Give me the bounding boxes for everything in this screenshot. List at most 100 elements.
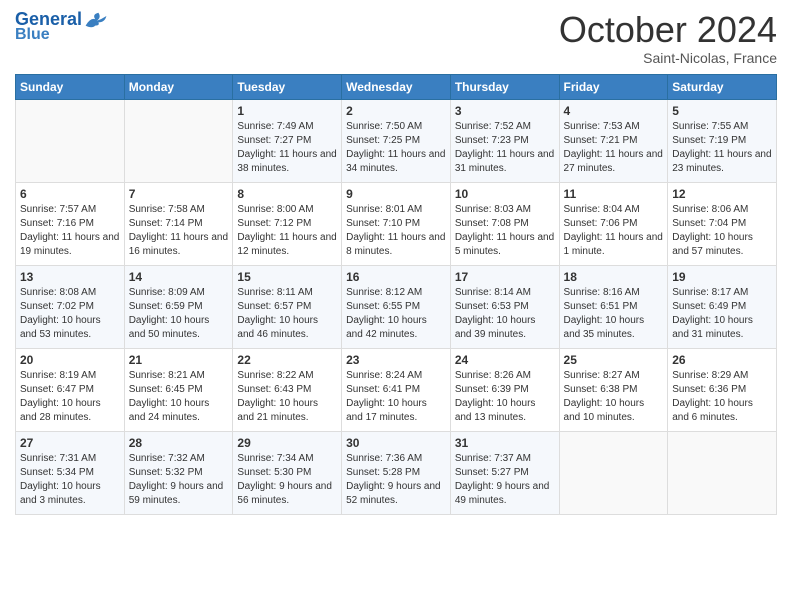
week-row-2: 6Sunrise: 7:57 AM Sunset: 7:16 PM Daylig…: [16, 182, 777, 265]
day-number: 18: [564, 270, 664, 284]
day-number: 13: [20, 270, 120, 284]
day-number: 21: [129, 353, 229, 367]
day-cell: 18 Sunrise: 8:16 AM Sunset: 6:51 PM Dayli…: [559, 265, 668, 348]
day-info: Sunrise: 7:32 AM Sunset: 5:32 PM Dayligh…: [129, 452, 229, 508]
day-info: Sunrise: 8:11 AM Sunset: 6:57 PM Dayligh…: [237, 286, 337, 342]
week-row-5: 27 Sunrise: 7:31 AM Sunset: 5:34 PM Dayli…: [16, 431, 777, 514]
day-info: Sunrise: 8:06 AM Sunset: 7:04 PM Dayligh…: [672, 203, 772, 259]
day-info: Sunrise: 7:34 AM Sunset: 5:30 PM Dayligh…: [237, 452, 337, 508]
day-cell: 15 Sunrise: 8:11 AM Sunset: 6:57 PM Dayli…: [233, 265, 342, 348]
day-cell: 21Sunrise: 8:21 AM Sunset: 6:45 PM Dayli…: [124, 348, 233, 431]
day-info: Sunrise: 7:55 AM Sunset: 7:19 PM Dayligh…: [672, 120, 772, 176]
day-info: Sunrise: 8:14 AM Sunset: 6:53 PM Dayligh…: [455, 286, 555, 342]
day-number: 29: [237, 436, 337, 450]
day-number: 25: [564, 353, 664, 367]
day-number: 15: [237, 270, 337, 284]
day-cell: 29 Sunrise: 7:34 AM Sunset: 5:30 PM Dayli…: [233, 431, 342, 514]
day-info: Sunrise: 8:26 AM Sunset: 6:39 PM Dayligh…: [455, 369, 555, 425]
day-cell: 10Sunrise: 8:03 AM Sunset: 7:08 PM Dayli…: [450, 182, 559, 265]
day-cell: [16, 99, 125, 182]
day-cell: 19 Sunrise: 8:17 AM Sunset: 6:49 PM Dayli…: [668, 265, 777, 348]
day-cell: 25Sunrise: 8:27 AM Sunset: 6:38 PM Dayli…: [559, 348, 668, 431]
day-cell: 31 Sunrise: 7:37 AM Sunset: 5:27 PM Dayli…: [450, 431, 559, 514]
day-info: Sunrise: 8:29 AM Sunset: 6:36 PM Dayligh…: [672, 369, 772, 425]
day-number: 19: [672, 270, 772, 284]
day-number: 8: [237, 187, 337, 201]
day-info: Sunrise: 7:37 AM Sunset: 5:27 PM Dayligh…: [455, 452, 555, 508]
day-info: Sunrise: 7:36 AM Sunset: 5:28 PM Dayligh…: [346, 452, 446, 508]
day-number: 4: [564, 104, 664, 118]
day-cell: [124, 99, 233, 182]
day-info: Sunrise: 7:31 AM Sunset: 5:34 PM Dayligh…: [20, 452, 120, 508]
day-cell: 26 Sunrise: 8:29 AM Sunset: 6:36 PM Dayli…: [668, 348, 777, 431]
day-number: 16: [346, 270, 446, 284]
day-number: 24: [455, 353, 555, 367]
day-header-thursday: Thursday: [450, 74, 559, 99]
day-cell: 11 Sunrise: 8:04 AM Sunset: 7:06 PM Dayli…: [559, 182, 668, 265]
day-cell: 6Sunrise: 7:57 AM Sunset: 7:16 PM Daylig…: [16, 182, 125, 265]
day-info: Sunrise: 7:53 AM Sunset: 7:21 PM Dayligh…: [564, 120, 664, 176]
day-info: Sunrise: 8:17 AM Sunset: 6:49 PM Dayligh…: [672, 286, 772, 342]
day-cell: 5 Sunrise: 7:55 AM Sunset: 7:19 PM Daylig…: [668, 99, 777, 182]
day-number: 28: [129, 436, 229, 450]
day-number: 22: [237, 353, 337, 367]
day-number: 26: [672, 353, 772, 367]
day-cell: 2Sunrise: 7:50 AM Sunset: 7:25 PM Daylig…: [342, 99, 451, 182]
day-header-friday: Friday: [559, 74, 668, 99]
page-container: General Blue October 2024 Saint-Nicolas,…: [0, 0, 792, 530]
day-cell: 22 Sunrise: 8:22 AM Sunset: 6:43 PM Dayli…: [233, 348, 342, 431]
day-cell: 24 Sunrise: 8:26 AM Sunset: 6:39 PM Dayli…: [450, 348, 559, 431]
day-number: 1: [237, 104, 337, 118]
day-cell: 4 Sunrise: 7:53 AM Sunset: 7:21 PM Daylig…: [559, 99, 668, 182]
day-info: Sunrise: 8:19 AM Sunset: 6:47 PM Dayligh…: [20, 369, 120, 425]
day-header-wednesday: Wednesday: [342, 74, 451, 99]
day-cell: [668, 431, 777, 514]
day-info: Sunrise: 8:03 AM Sunset: 7:08 PM Dayligh…: [455, 203, 555, 259]
day-info: Sunrise: 8:24 AM Sunset: 6:41 PM Dayligh…: [346, 369, 446, 425]
day-cell: 1Sunrise: 7:49 AM Sunset: 7:27 PM Daylig…: [233, 99, 342, 182]
day-info: Sunrise: 8:16 AM Sunset: 6:51 PM Dayligh…: [564, 286, 664, 342]
day-cell: 27 Sunrise: 7:31 AM Sunset: 5:34 PM Dayli…: [16, 431, 125, 514]
day-header-monday: Monday: [124, 74, 233, 99]
day-info: Sunrise: 7:58 AM Sunset: 7:14 PM Dayligh…: [129, 203, 229, 259]
header: General Blue October 2024 Saint-Nicolas,…: [15, 10, 777, 66]
day-info: Sunrise: 8:12 AM Sunset: 6:55 PM Dayligh…: [346, 286, 446, 342]
day-header-saturday: Saturday: [668, 74, 777, 99]
day-number: 12: [672, 187, 772, 201]
day-cell: 9Sunrise: 8:01 AM Sunset: 7:10 PM Daylig…: [342, 182, 451, 265]
day-number: 31: [455, 436, 555, 450]
day-number: 3: [455, 104, 555, 118]
day-number: 14: [129, 270, 229, 284]
day-cell: 30 Sunrise: 7:36 AM Sunset: 5:28 PM Dayli…: [342, 431, 451, 514]
day-cell: [559, 431, 668, 514]
day-header-tuesday: Tuesday: [233, 74, 342, 99]
week-row-3: 13 Sunrise: 8:08 AM Sunset: 7:02 PM Dayli…: [16, 265, 777, 348]
day-info: Sunrise: 8:08 AM Sunset: 7:02 PM Dayligh…: [20, 286, 120, 342]
day-info: Sunrise: 7:57 AM Sunset: 7:16 PM Dayligh…: [20, 203, 120, 259]
calendar-table: SundayMondayTuesdayWednesdayThursdayFrid…: [15, 74, 777, 515]
day-number: 5: [672, 104, 772, 118]
day-number: 7: [129, 187, 229, 201]
day-number: 2: [346, 104, 446, 118]
day-cell: 20Sunrise: 8:19 AM Sunset: 6:47 PM Dayli…: [16, 348, 125, 431]
day-cell: 12 Sunrise: 8:06 AM Sunset: 7:04 PM Dayli…: [668, 182, 777, 265]
day-cell: 28 Sunrise: 7:32 AM Sunset: 5:32 PM Dayli…: [124, 431, 233, 514]
day-cell: 14 Sunrise: 8:09 AM Sunset: 6:59 PM Dayli…: [124, 265, 233, 348]
day-cell: 3Sunrise: 7:52 AM Sunset: 7:23 PM Daylig…: [450, 99, 559, 182]
logo: General Blue: [15, 10, 108, 44]
day-info: Sunrise: 8:04 AM Sunset: 7:06 PM Dayligh…: [564, 203, 664, 259]
location: Saint-Nicolas, France: [559, 50, 777, 66]
day-number: 30: [346, 436, 446, 450]
week-row-1: 1Sunrise: 7:49 AM Sunset: 7:27 PM Daylig…: [16, 99, 777, 182]
day-info: Sunrise: 8:09 AM Sunset: 6:59 PM Dayligh…: [129, 286, 229, 342]
day-number: 27: [20, 436, 120, 450]
day-number: 23: [346, 353, 446, 367]
day-number: 11: [564, 187, 664, 201]
day-info: Sunrise: 8:22 AM Sunset: 6:43 PM Dayligh…: [237, 369, 337, 425]
day-cell: 17Sunrise: 8:14 AM Sunset: 6:53 PM Dayli…: [450, 265, 559, 348]
day-info: Sunrise: 8:01 AM Sunset: 7:10 PM Dayligh…: [346, 203, 446, 259]
day-cell: 7 Sunrise: 7:58 AM Sunset: 7:14 PM Daylig…: [124, 182, 233, 265]
day-cell: 23 Sunrise: 8:24 AM Sunset: 6:41 PM Dayli…: [342, 348, 451, 431]
day-cell: 13 Sunrise: 8:08 AM Sunset: 7:02 PM Dayli…: [16, 265, 125, 348]
day-cell: 16 Sunrise: 8:12 AM Sunset: 6:55 PM Dayli…: [342, 265, 451, 348]
